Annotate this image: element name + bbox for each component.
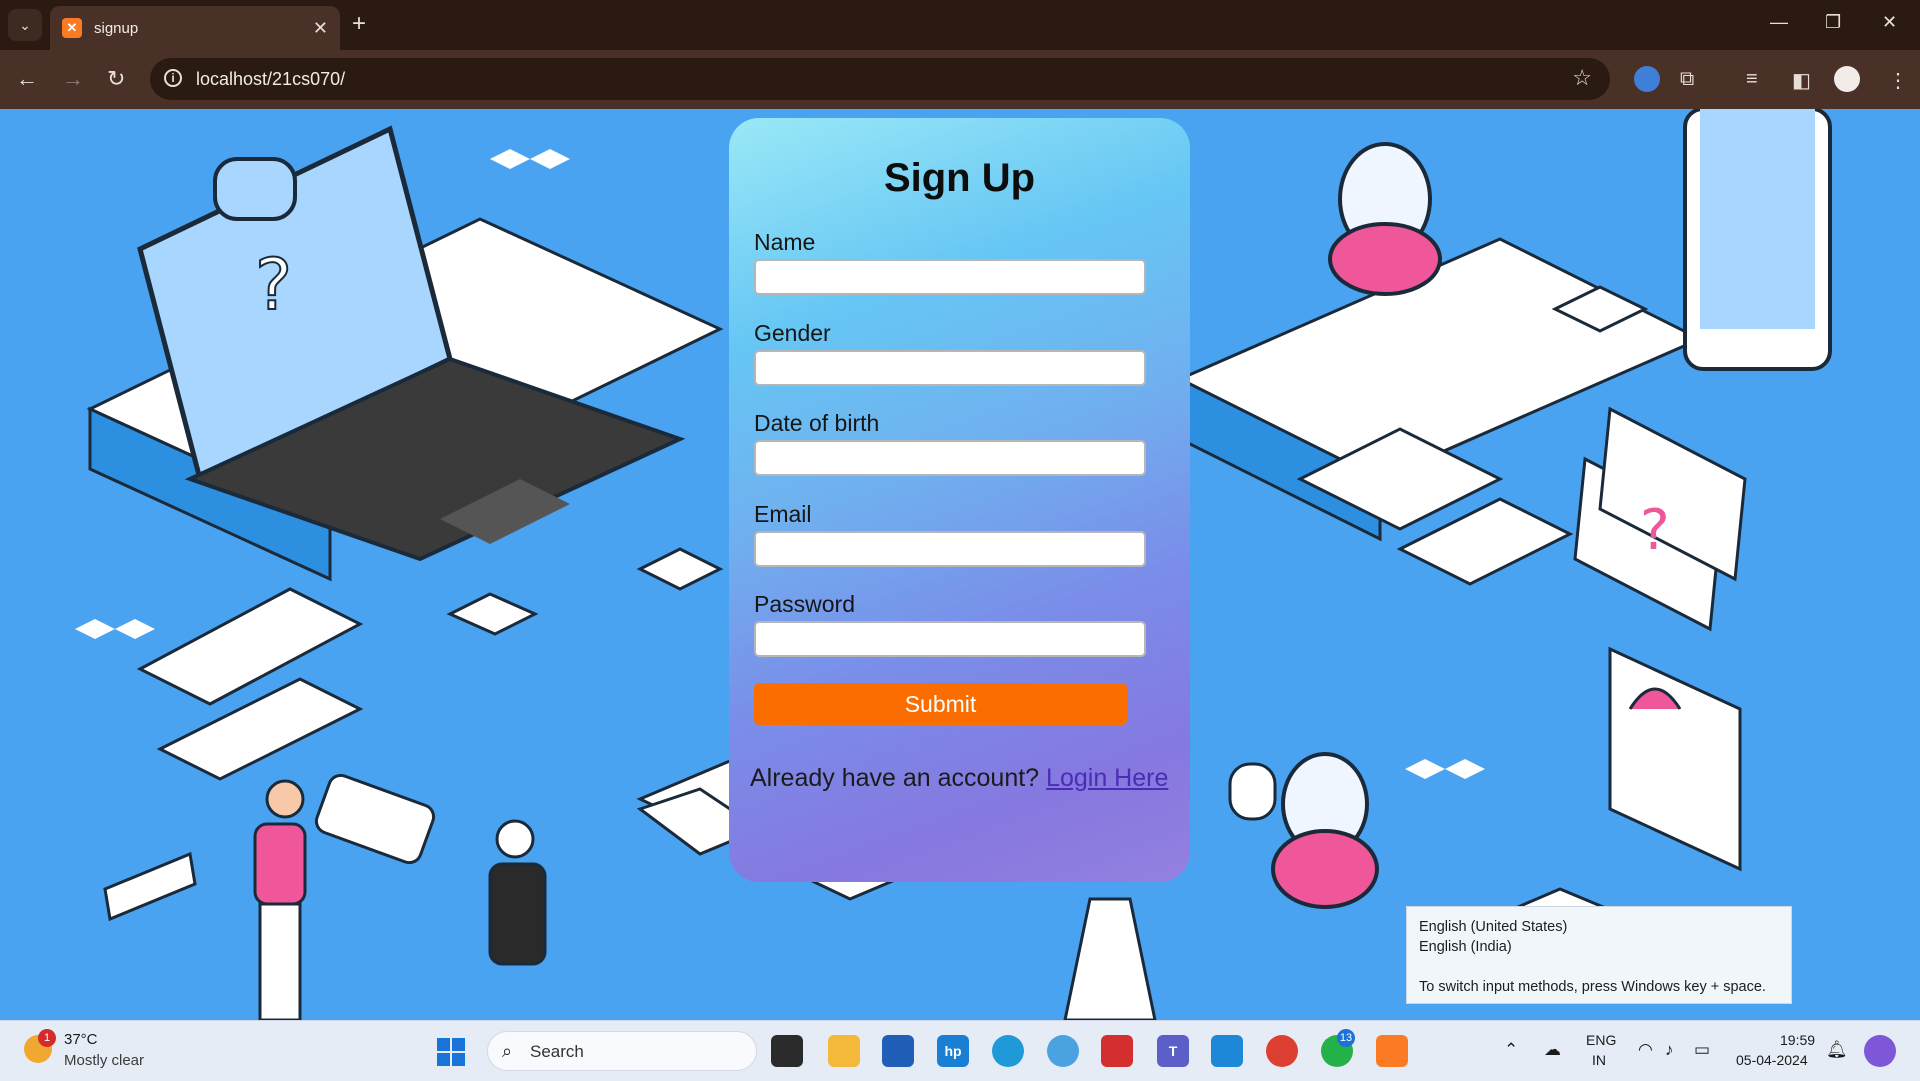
copilot-app-icon[interactable] bbox=[1047, 1035, 1079, 1067]
task-view-icon[interactable] bbox=[771, 1035, 803, 1067]
edge-icon[interactable] bbox=[992, 1035, 1024, 1067]
browser-tab[interactable]: ✕ signup ✕ bbox=[50, 6, 340, 50]
taskbar: 1 37°C Mostly clear ⌕ Search hp T 13 ⌃ ☁… bbox=[0, 1020, 1920, 1081]
signup-card: Sign Up Name Gender Date of birth Email … bbox=[729, 118, 1190, 882]
name-input[interactable] bbox=[754, 259, 1146, 295]
submit-button[interactable]: Submit bbox=[754, 683, 1127, 725]
svg-text:?: ? bbox=[1640, 498, 1670, 563]
back-arrow-icon[interactable]: ← bbox=[16, 66, 38, 92]
myhp-icon[interactable]: hp bbox=[937, 1035, 969, 1067]
minimize-icon[interactable]: — bbox=[1770, 12, 1788, 33]
copilot-icon[interactable] bbox=[1864, 1035, 1896, 1067]
login-prompt: Already have an account? Login Here bbox=[750, 764, 1168, 793]
chrome-icon[interactable] bbox=[1266, 1035, 1298, 1067]
ime-option-india: English (India) bbox=[1419, 939, 1512, 955]
volume-icon[interactable]: ♪ bbox=[1665, 1040, 1674, 1060]
dob-input[interactable] bbox=[754, 440, 1146, 476]
side-panel-icon[interactable]: ◧ bbox=[1792, 68, 1811, 93]
browser-toolbar: ← → ↻ i localhost/21cs070/ ☆ ⧉ ≡ ◧ ⋮ bbox=[0, 50, 1920, 109]
login-link[interactable]: Login Here bbox=[1046, 764, 1168, 792]
weather-temperature[interactable]: 37°C bbox=[64, 1031, 98, 1048]
input-method-tooltip: English (United States) English (India) … bbox=[1406, 906, 1792, 1004]
taskbar-search-text: Search bbox=[530, 1042, 584, 1061]
weather-description[interactable]: Mostly clear bbox=[64, 1052, 144, 1069]
site-info-icon[interactable]: i bbox=[164, 69, 182, 87]
chevron-up-icon[interactable]: ⌃ bbox=[1504, 1040, 1518, 1060]
xampp-favicon-icon: ✕ bbox=[62, 18, 82, 38]
file-explorer-icon[interactable] bbox=[828, 1035, 860, 1067]
new-tab-button[interactable]: + bbox=[352, 10, 366, 38]
address-url[interactable]: localhost/21cs070/ bbox=[196, 69, 345, 90]
whatsapp-badge: 13 bbox=[1337, 1029, 1355, 1047]
chevron-down-icon: ⌄ bbox=[19, 16, 31, 33]
extension-shield-icon[interactable] bbox=[1634, 66, 1660, 92]
dob-label: Date of birth bbox=[754, 410, 880, 436]
browser-tab-bar: ⌄ ✕ signup ✕ + — ❐ ✕ bbox=[0, 0, 1920, 50]
close-window-icon[interactable]: ✕ bbox=[1882, 12, 1897, 33]
vscode-icon[interactable] bbox=[1211, 1035, 1243, 1067]
tab-search-button[interactable]: ⌄ bbox=[8, 9, 42, 41]
language-code[interactable]: ENG bbox=[1586, 1032, 1616, 1048]
reload-icon[interactable]: ↻ bbox=[107, 66, 125, 92]
notification-bell-icon[interactable]: 🔔︎ bbox=[1826, 1040, 1848, 1060]
onedrive-cloud-icon[interactable]: ☁ bbox=[1544, 1040, 1561, 1060]
battery-icon[interactable]: ▭ bbox=[1694, 1040, 1710, 1060]
password-label: Password bbox=[754, 591, 855, 617]
clock-time[interactable]: 19:59 bbox=[1780, 1032, 1815, 1048]
extensions-puzzle-icon[interactable]: ⧉ bbox=[1680, 68, 1694, 91]
ime-hint: To switch input methods, press Windows k… bbox=[1419, 979, 1766, 995]
media-control-icon[interactable]: ≡ bbox=[1746, 68, 1758, 91]
login-prompt-text: Already have an account? bbox=[750, 764, 1040, 792]
gender-label: Gender bbox=[754, 320, 831, 346]
email-label: Email bbox=[754, 501, 812, 527]
language-region[interactable]: IN bbox=[1592, 1052, 1606, 1068]
menu-kebab-icon[interactable]: ⋮ bbox=[1888, 68, 1908, 93]
svg-text:?: ? bbox=[255, 244, 292, 326]
microsoft-store-icon[interactable] bbox=[882, 1035, 914, 1067]
gender-input[interactable] bbox=[754, 350, 1146, 386]
email-input[interactable] bbox=[754, 531, 1146, 567]
tab-title: signup bbox=[94, 19, 139, 37]
clock-date[interactable]: 05-04-2024 bbox=[1736, 1052, 1808, 1068]
mcafee-icon[interactable] bbox=[1101, 1035, 1133, 1067]
tab-close-icon[interactable]: ✕ bbox=[313, 18, 328, 39]
taskbar-search[interactable]: ⌕ Search bbox=[487, 1031, 757, 1071]
password-input[interactable] bbox=[754, 621, 1146, 657]
forward-arrow-icon[interactable]: → bbox=[62, 66, 84, 92]
wifi-icon[interactable]: ◠ bbox=[1638, 1040, 1653, 1060]
name-label: Name bbox=[754, 229, 816, 255]
address-bar[interactable]: i localhost/21cs070/ ☆ bbox=[150, 58, 1610, 100]
weather-badge: 1 bbox=[38, 1029, 56, 1047]
teams-icon[interactable]: T bbox=[1157, 1035, 1189, 1067]
bookmark-star-icon[interactable]: ☆ bbox=[1572, 65, 1592, 91]
profile-avatar[interactable] bbox=[1834, 66, 1860, 92]
signup-title: Sign Up bbox=[883, 156, 1036, 200]
restore-icon[interactable]: ❐ bbox=[1825, 12, 1841, 33]
ime-option-us: English (United States) bbox=[1419, 919, 1568, 935]
xampp-icon[interactable] bbox=[1376, 1035, 1408, 1067]
windows-start-icon[interactable] bbox=[437, 1038, 465, 1066]
search-icon: ⌕ bbox=[502, 1041, 513, 1061]
